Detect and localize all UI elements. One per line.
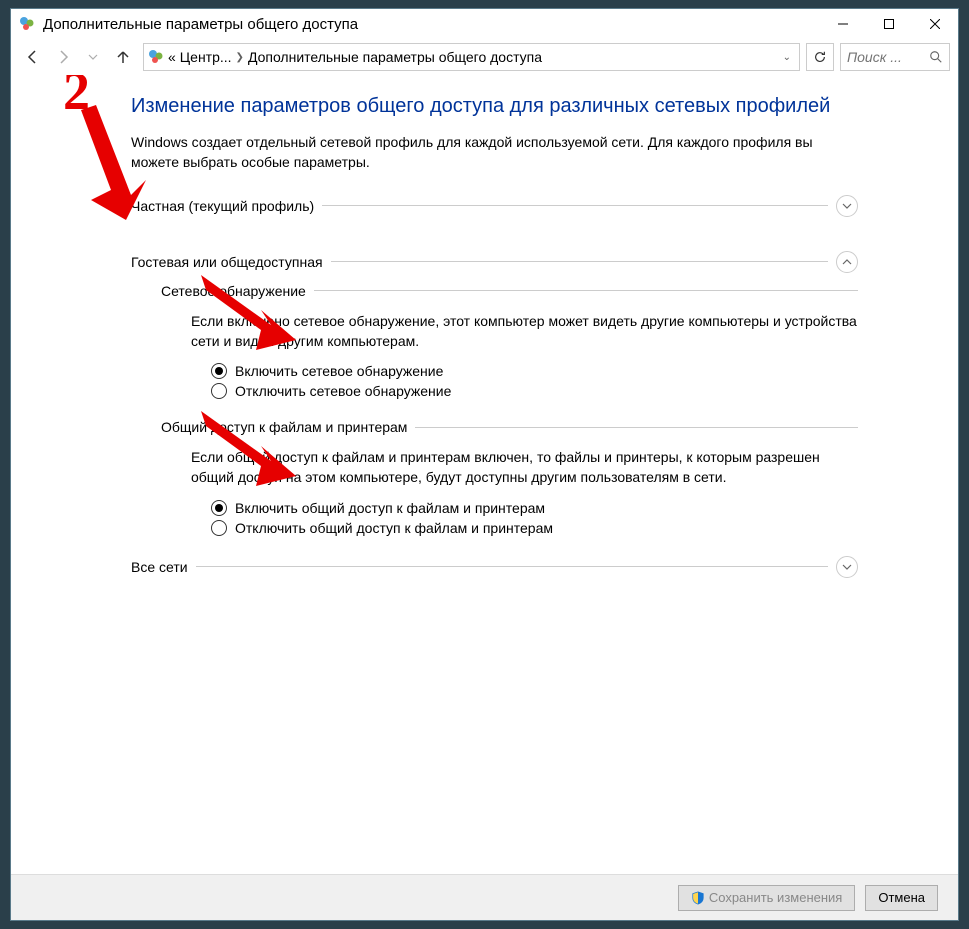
radio-icon bbox=[211, 363, 227, 379]
shield-icon bbox=[691, 891, 705, 905]
radio-sharing-on-label: Включить общий доступ к файлам и принтер… bbox=[235, 500, 545, 516]
page-description: Windows создает отдельный сетевой профил… bbox=[131, 132, 858, 173]
section-all-label: Все сети bbox=[131, 559, 188, 575]
page-title: Изменение параметров общего доступа для … bbox=[131, 95, 858, 118]
breadcrumb-prefix: « bbox=[168, 49, 176, 65]
sharing-description: Если общий доступ к файлам и принтерам в… bbox=[161, 447, 858, 488]
settings-window: Дополнительные параметры общего доступа … bbox=[10, 8, 959, 921]
subsection-sharing-header: Общий доступ к файлам и принтерам bbox=[161, 419, 858, 435]
save-button-label: Сохранить изменения bbox=[709, 890, 843, 905]
recent-dropdown[interactable] bbox=[79, 43, 107, 71]
section-all-header[interactable]: Все сети bbox=[131, 556, 858, 578]
chevron-down-icon bbox=[836, 195, 858, 217]
search-icon bbox=[929, 50, 943, 64]
forward-button[interactable] bbox=[49, 43, 77, 71]
radio-discovery-on-label: Включить сетевое обнаружение bbox=[235, 363, 443, 379]
minimize-button[interactable] bbox=[820, 9, 866, 39]
maximize-button[interactable] bbox=[866, 9, 912, 39]
refresh-button[interactable] bbox=[806, 43, 834, 71]
section-guest-body: Сетевое обнаружение Если включено сетево… bbox=[131, 283, 858, 536]
network-sharing-icon bbox=[19, 16, 35, 32]
discovery-title: Сетевое обнаружение bbox=[161, 283, 306, 299]
radio-discovery-off[interactable]: Отключить сетевое обнаружение bbox=[211, 383, 858, 399]
up-button[interactable] bbox=[109, 43, 137, 71]
network-sharing-icon bbox=[148, 49, 164, 65]
chevron-down-icon bbox=[836, 556, 858, 578]
titlebar: Дополнительные параметры общего доступа bbox=[11, 9, 958, 39]
radio-discovery-off-label: Отключить сетевое обнаружение bbox=[235, 383, 451, 399]
address-bar[interactable]: « Центр... ❯ Дополнительные параметры об… bbox=[143, 43, 800, 71]
radio-sharing-off[interactable]: Отключить общий доступ к файлам и принте… bbox=[211, 520, 858, 536]
subsection-discovery: Сетевое обнаружение Если включено сетево… bbox=[161, 283, 858, 400]
content-area: 2 Изменение параметров общего доступа дл… bbox=[11, 75, 958, 874]
section-guest-label: Гостевая или общедоступная bbox=[131, 254, 323, 270]
radio-icon bbox=[211, 500, 227, 516]
annotation-number: 2 bbox=[63, 75, 90, 122]
section-private-label: Частная (текущий профиль) bbox=[131, 198, 314, 214]
close-button[interactable] bbox=[912, 9, 958, 39]
save-button[interactable]: Сохранить изменения bbox=[678, 885, 856, 911]
back-button[interactable] bbox=[19, 43, 47, 71]
radio-sharing-on[interactable]: Включить общий доступ к файлам и принтер… bbox=[211, 500, 858, 516]
cancel-button[interactable]: Отмена bbox=[865, 885, 938, 911]
breadcrumb-item-1[interactable]: Центр... bbox=[180, 49, 232, 65]
chevron-up-icon bbox=[836, 251, 858, 273]
radio-discovery-on[interactable]: Включить сетевое обнаружение bbox=[211, 363, 858, 379]
subsection-sharing: Общий доступ к файлам и принтерам Если о… bbox=[161, 419, 858, 536]
radio-sharing-off-label: Отключить общий доступ к файлам и принте… bbox=[235, 520, 553, 536]
breadcrumb-item-2[interactable]: Дополнительные параметры общего доступа bbox=[248, 49, 542, 65]
footer: Сохранить изменения Отмена bbox=[11, 874, 958, 920]
subsection-discovery-header: Сетевое обнаружение bbox=[161, 283, 858, 299]
navbar: « Центр... ❯ Дополнительные параметры об… bbox=[11, 39, 958, 75]
section-guest-header[interactable]: Гостевая или общедоступная bbox=[131, 251, 858, 273]
sharing-title: Общий доступ к файлам и принтерам bbox=[161, 419, 407, 435]
radio-icon bbox=[211, 520, 227, 536]
discovery-description: Если включено сетевое обнаружение, этот … bbox=[161, 311, 858, 352]
section-private-header[interactable]: Частная (текущий профиль) bbox=[131, 195, 858, 217]
search-box[interactable] bbox=[840, 43, 950, 71]
radio-icon bbox=[211, 383, 227, 399]
search-input[interactable] bbox=[847, 49, 917, 65]
window-title: Дополнительные параметры общего доступа bbox=[43, 16, 820, 33]
breadcrumb-separator-icon: ❯ bbox=[236, 52, 244, 63]
address-dropdown-icon[interactable]: ⌄ bbox=[779, 52, 795, 63]
cancel-button-label: Отмена bbox=[878, 890, 925, 905]
